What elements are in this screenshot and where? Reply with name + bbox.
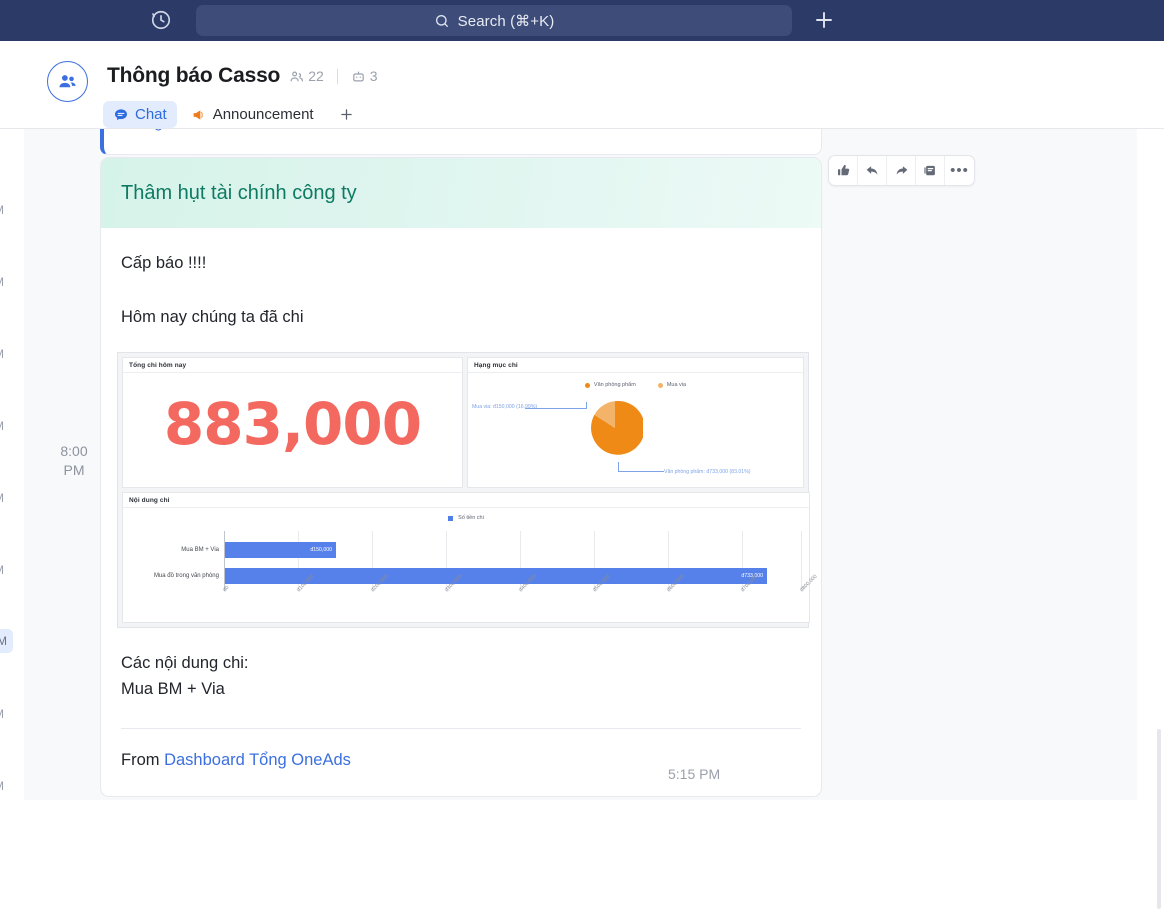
rail-timestamp: M (0, 347, 4, 361)
right-gutter (1137, 129, 1164, 909)
message-paragraph-3: Các nội dung chi: (121, 654, 249, 672)
rail-timestamp: M (0, 779, 4, 793)
rail-timestamp: M (0, 275, 4, 289)
previous-message-card[interactable]: g (100, 129, 822, 155)
chat-bubble-icon (115, 108, 127, 120)
pie-legend: Văn phòng phẩm Mua via (468, 382, 803, 388)
pie-leader-line (617, 462, 619, 472)
pie-label-mua-via: Mua via: đ150,000 (16.99%) (471, 404, 538, 410)
reply-arrow-icon (866, 166, 877, 175)
pie-chart (587, 400, 645, 456)
from-prefix: From (121, 751, 160, 769)
rail-timestamp: M (0, 491, 4, 505)
chart-title: Tổng chi hôm nay (123, 358, 462, 373)
member-count-group[interactable]: 22 (289, 68, 324, 84)
kpi-value: 883,000 (163, 390, 422, 458)
chart-panel-total-spend: Tổng chi hôm nay 883,000 (122, 357, 463, 488)
tab-announcement-label: Announcement (212, 106, 314, 123)
legend-label: Mua via (666, 382, 687, 388)
megaphone-icon (193, 109, 203, 120)
announcement-card[interactable]: Thâm hụt tài chính công ty Cấp báo !!!! … (100, 157, 822, 797)
save-to-note-button[interactable] (916, 156, 945, 185)
legend-label: Văn phòng phẩm (593, 382, 636, 388)
message-paragraph-1: Cấp báo !!!! (121, 254, 207, 272)
members-icon (290, 71, 304, 81)
bot-count-group[interactable]: 3 (351, 68, 378, 84)
forward-arrow-icon (896, 166, 907, 175)
chart-panel-spend-content: Nội dung chi Số tiền chi Mua BM + Via Mu… (122, 492, 819, 623)
bar-category-label: Mua đồ trong văn phòng (153, 573, 219, 579)
plus-icon[interactable] (812, 8, 836, 32)
rail-timestamp: M (0, 707, 4, 721)
dashboard-image[interactable]: Tổng chi hôm nay 883,000 Hạng mục chi Vă… (117, 352, 819, 628)
search-input[interactable]: Search (⌘+K) (196, 5, 792, 36)
pie-leader-line (585, 402, 587, 409)
pie-label-van-phong-pham: Văn phòng phẩm: đ733,000 (83.01%) (663, 469, 751, 475)
message-group-timestamp: 8:00 PM (60, 443, 88, 478)
legend-swatch (657, 382, 663, 388)
chart-panel-spend-category: Hạng mục chi Văn phòng phẩm Mua via Mua … (466, 357, 804, 488)
legend-label: Số tiền chi (458, 515, 484, 521)
legend-item: Mua via (657, 382, 687, 388)
message-paragraph-4: Mua BM + Via (121, 680, 225, 698)
source-link[interactable]: Dashboard Tổng OneAds (164, 751, 351, 769)
bot-count: 3 (369, 68, 378, 84)
gridline (801, 531, 802, 591)
tab-announcement[interactable]: Announcement (181, 101, 324, 128)
chart-title: Nội dung chi (123, 493, 809, 508)
message-list[interactable]: 8:00 PM g Thâm hụt tài chính công ty Cấp… (24, 129, 1164, 800)
reply-button[interactable] (858, 156, 887, 185)
scrollbar[interactable] (1157, 729, 1161, 909)
bar-chart: Mua BM + Via Mua đồ trong văn phòng đ150… (123, 531, 819, 594)
channel-title-row: Thông báo Casso 22 3 (107, 64, 378, 88)
member-count: 22 (308, 68, 324, 84)
message-source-row: From Dashboard Tổng OneAds (121, 729, 801, 796)
search-placeholder: Search (⌘+K) (457, 12, 555, 30)
bar-category-label: Mua BM + Via (181, 547, 219, 553)
x-tick-label: đ0 (222, 584, 231, 594)
timestamp-rail: M M M M M M M M M (0, 129, 24, 800)
message-action-toolbar: ••• (828, 155, 975, 186)
pie-leader-line (617, 471, 664, 472)
message-timestamp: 5:15 PM (668, 766, 721, 782)
page-title: Thông báo Casso (107, 64, 281, 87)
announcement-title: Thâm hụt tài chính công ty (121, 181, 357, 204)
announcement-banner: Thâm hụt tài chính công ty (101, 158, 821, 228)
bar-legend: Số tiền chi (123, 515, 809, 521)
search-icon (435, 14, 448, 27)
chart-title: Hạng mục chi (467, 358, 803, 373)
rail-timestamp: M (0, 419, 4, 433)
message-paragraph-2: Hôm nay chúng ta đã chi (121, 308, 304, 326)
thumbs-up-icon (837, 164, 849, 176)
legend-item: Văn phòng phẩm (584, 382, 636, 388)
bar-value-label: đ150,000 (310, 547, 332, 553)
more-dots-icon: ••• (950, 162, 969, 179)
group-people-icon (59, 75, 76, 88)
forward-button[interactable] (887, 156, 916, 185)
bar-mua-bm-via: đ150,000 (225, 542, 336, 558)
tab-chat[interactable]: Chat (103, 101, 177, 128)
channel-header: Thông báo Casso 22 3 Chat Announcement (0, 41, 1164, 129)
plus-icon (341, 109, 352, 120)
legend-swatch (448, 515, 454, 521)
react-like-button[interactable] (829, 156, 858, 185)
more-options-button[interactable]: ••• (945, 156, 974, 185)
app-top-bar: Search (⌘+K) (0, 0, 1164, 41)
note-icon (923, 165, 935, 176)
channel-tabs: Chat Announcement (103, 101, 360, 128)
divider (336, 68, 338, 84)
legend-swatch (584, 382, 590, 388)
avatar[interactable] (47, 61, 88, 102)
rail-timestamp-selected[interactable]: M (0, 629, 13, 653)
tab-chat-label: Chat (135, 106, 167, 123)
history-clock-icon[interactable] (150, 9, 172, 31)
bot-icon (352, 71, 364, 81)
add-tab-button[interactable] (334, 102, 360, 128)
previous-message-text: g (154, 129, 163, 132)
rail-timestamp: M (0, 203, 4, 217)
rail-timestamp: M (0, 563, 4, 577)
